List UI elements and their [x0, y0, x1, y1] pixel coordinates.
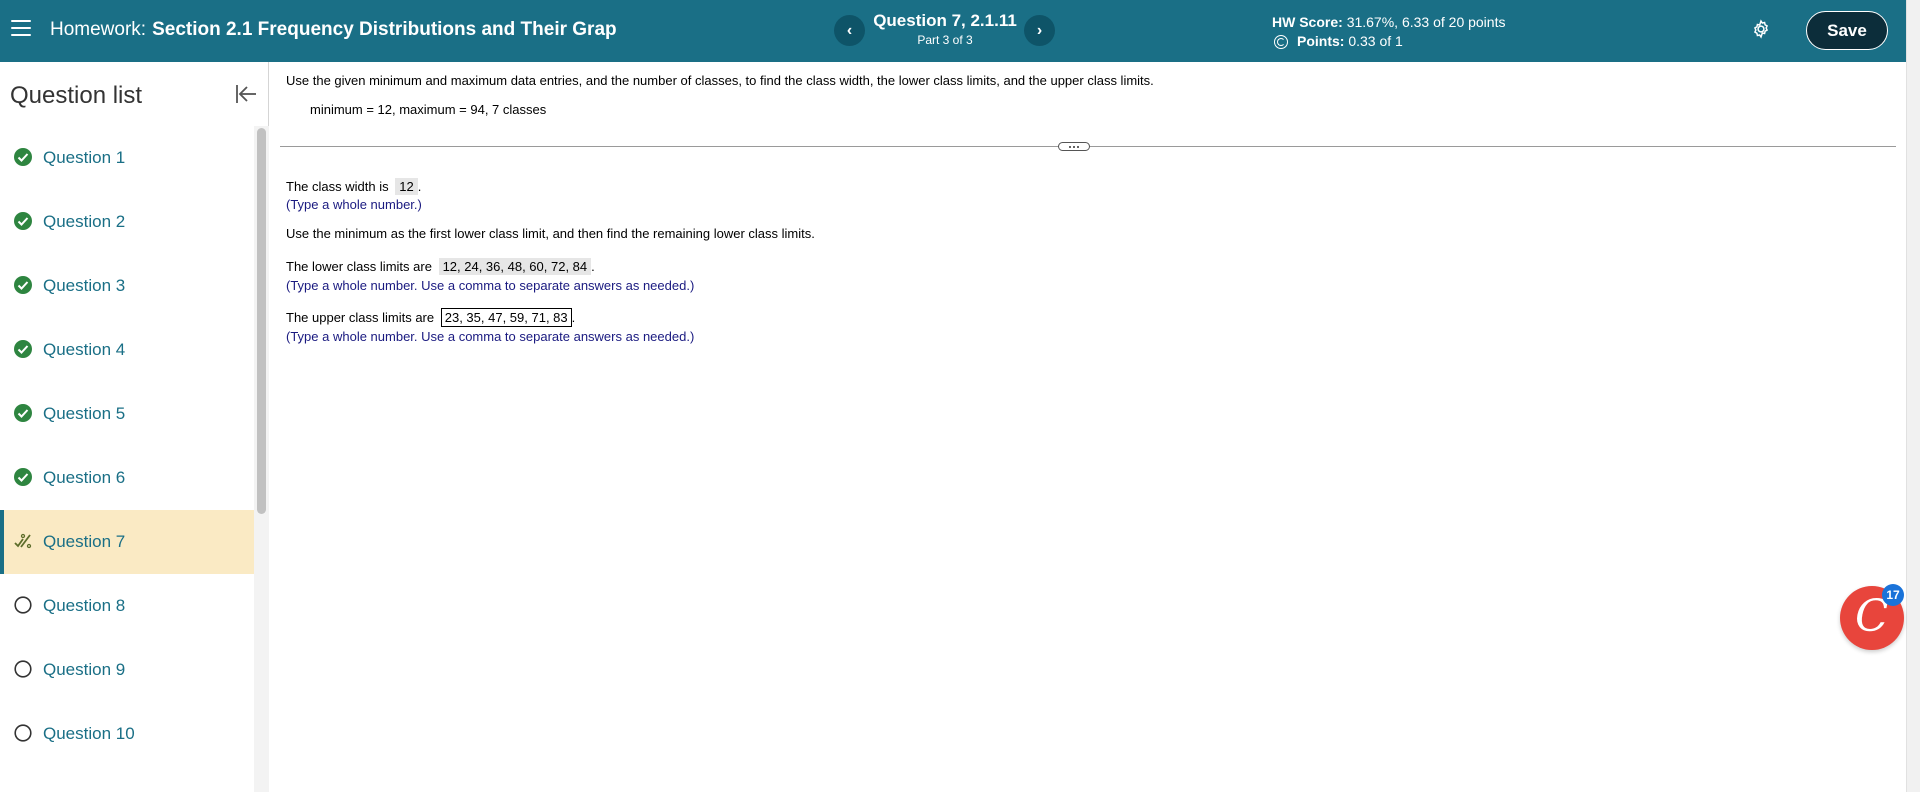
question-list-item[interactable]: Question 6	[0, 446, 254, 510]
question-list-title: Question list	[10, 82, 143, 109]
check-circle-icon	[14, 404, 32, 422]
save-button[interactable]: Save	[1806, 11, 1888, 50]
check-circle-icon	[14, 340, 32, 358]
question-list-item[interactable]: Question 3	[0, 254, 254, 318]
question-list-item-label: Question 3	[43, 276, 126, 295]
top-header: Homework: Section 2.1 Frequency Distribut…	[0, 0, 1906, 62]
hw-score-label: HW Score:	[1272, 14, 1343, 30]
question-list-panel: Question list Question 1 Question 2 Questi…	[0, 62, 269, 792]
question-list-item-label: Question 6	[43, 468, 126, 487]
question-title: Question 7, 2.1.11	[873, 11, 1017, 30]
question-list-item[interactable]: Question 7	[0, 510, 254, 574]
empty-circle-icon	[14, 596, 32, 614]
score-summary: HW Score: 31.67%, 6.33 of 20 points Poin…	[1272, 13, 1505, 51]
class-width-row: The class width is 12.	[286, 178, 421, 195]
upper-limits-prefix: The upper class limits are	[286, 310, 435, 325]
check-circle-icon	[14, 468, 32, 486]
class-width-hint: (Type a whole number.)	[286, 197, 422, 212]
question-list-item-label: Question 1	[43, 148, 126, 167]
divider-handle[interactable]	[1058, 142, 1090, 151]
question-list-item[interactable]: Question 8	[0, 574, 254, 638]
question-list-item-label: Question 5	[43, 404, 126, 423]
question-list-item[interactable]: Question 4	[0, 318, 254, 382]
collapse-panel-icon[interactable]	[234, 82, 258, 106]
points-value: 0.33 of 1	[1348, 33, 1403, 49]
points-label: Points:	[1297, 33, 1345, 49]
lower-limits-answer[interactable]: 12, 24, 36, 48, 60, 72, 84	[438, 258, 592, 275]
question-list-item[interactable]: Question 10	[0, 702, 254, 766]
question-list-item-label: Question 4	[43, 340, 126, 359]
instruction-text: Use the minimum as the first lower class…	[286, 226, 815, 241]
question-list-item[interactable]: Question 5	[0, 382, 254, 446]
question-list-item-label: Question 2	[43, 212, 126, 231]
settings-gear-icon[interactable]	[1751, 19, 1771, 39]
question-list-item[interactable]: Question 1	[0, 126, 254, 190]
period: .	[591, 259, 595, 274]
question-list-item[interactable]: Question 9	[0, 638, 254, 702]
check-circle-icon	[14, 148, 32, 166]
question-list-item-label: Question 10	[43, 724, 135, 743]
menu-icon[interactable]	[11, 17, 31, 39]
homework-name: Section 2.1 Frequency Distributions and …	[152, 19, 617, 40]
points: Points: 0.33 of 1	[1272, 32, 1505, 51]
hw-score-value: 31.67%, 6.33 of 20 points	[1346, 14, 1506, 30]
question-list-item-label: Question 7	[43, 532, 126, 551]
homework-title: Homework: Section 2.1 Frequency Distribut…	[50, 19, 617, 41]
question-part: Part 3 of 3	[917, 33, 973, 47]
lower-limits-prefix: The lower class limits are	[286, 259, 432, 274]
next-question-button[interactable]: ›	[1024, 15, 1055, 46]
page-scrollbar[interactable]	[1906, 0, 1920, 792]
period: .	[417, 179, 422, 194]
empty-circle-icon	[14, 724, 32, 742]
question-indicator: Question 7, 2.1.11 Part 3 of 3	[872, 11, 1018, 47]
notification-badge: 17	[1882, 584, 1904, 606]
question-list-item-label: Question 8	[43, 596, 126, 615]
upper-limits-hint: (Type a whole number. Use a comma to sep…	[286, 329, 695, 344]
question-list-item[interactable]: Question 2	[0, 190, 254, 254]
check-circle-icon	[14, 276, 32, 294]
partial-credit-icon	[14, 533, 32, 549]
upper-limits-row: The upper class limits are 23, 35, 47, 5…	[286, 308, 575, 327]
empty-circle-icon	[14, 660, 32, 678]
class-width-prefix: The class width is	[286, 179, 389, 194]
lower-limits-row: The lower class limits are 12, 24, 36, 4…	[286, 258, 595, 275]
check-circle-icon	[14, 212, 32, 230]
question-content: Use the given minimum and maximum data e…	[270, 62, 1906, 792]
class-width-answer[interactable]: 12	[395, 178, 418, 195]
points-icon	[1274, 34, 1288, 49]
homework-label: Homework:	[50, 19, 147, 40]
question-prompt: Use the given minimum and maximum data e…	[286, 73, 1154, 88]
question-list-item-label: Question 9	[43, 660, 126, 679]
hw-score: HW Score: 31.67%, 6.33 of 20 points	[1272, 13, 1505, 32]
upper-limits-input[interactable]: 23, 35, 47, 59, 71, 83	[440, 308, 572, 327]
scrollbar-thumb[interactable]	[257, 128, 266, 514]
previous-question-button[interactable]: ‹	[834, 15, 865, 46]
lower-limits-hint: (Type a whole number. Use a comma to sep…	[286, 278, 695, 293]
question-list: Question 1 Question 2 Question 3 Question 4…	[0, 126, 254, 766]
period: .	[571, 310, 576, 325]
question-list-scrollbar[interactable]	[254, 126, 269, 792]
given-values: minimum = 12, maximum = 94, 7 classes	[310, 102, 547, 117]
